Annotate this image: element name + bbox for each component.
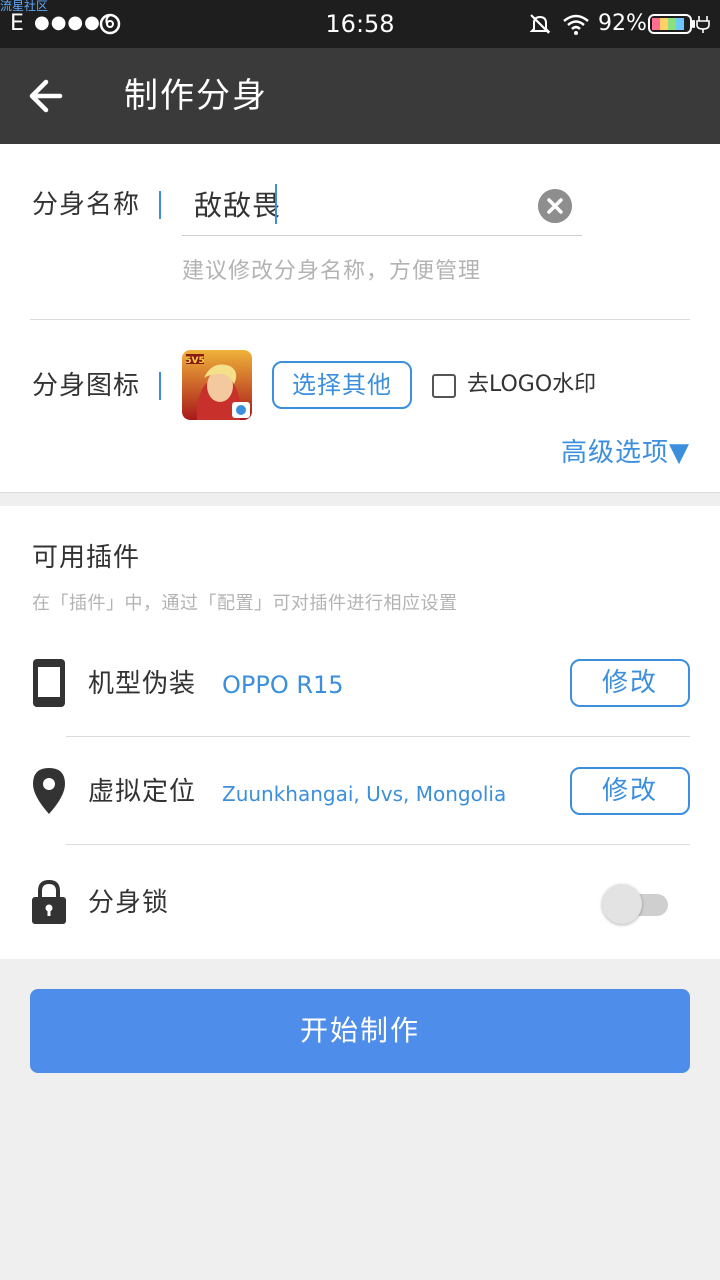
- divider: [66, 736, 690, 737]
- remove-logo-checkbox[interactable]: [432, 374, 456, 398]
- phone-icon: [33, 659, 65, 707]
- page-title: 制作分身: [124, 76, 268, 116]
- battery-icon: [648, 14, 695, 34]
- clone-name-label: 分身名称: [32, 190, 141, 220]
- plugins-title: 可用插件: [32, 543, 141, 573]
- battery-percent: 92%: [598, 11, 647, 36]
- label-divider: [159, 372, 161, 400]
- virtual-location-modify-button[interactable]: 修改: [570, 767, 690, 815]
- plugins-subtitle: 在「插件」中，通过「配置」可对插件进行相应设置: [32, 593, 458, 614]
- clear-input-icon[interactable]: [538, 189, 572, 223]
- wifi-icon: [563, 14, 589, 35]
- clone-name-hint: 建议修改分身名称，方便管理: [182, 259, 482, 284]
- virtual-location-value: Zuunkhangai, Uvs, Mongolia: [222, 782, 507, 806]
- clone-name-input[interactable]: 敌敌畏: [182, 184, 582, 236]
- back-arrow-icon[interactable]: [22, 76, 70, 116]
- status-bar: 流星社区 E ●●●● 16:58 92%: [0, 0, 720, 48]
- device-spoof-modify-button[interactable]: 修改: [570, 659, 690, 707]
- virtual-location-label: 虚拟定位: [88, 777, 197, 807]
- app-icon-image[interactable]: 5V5: [182, 350, 252, 420]
- plugins-card: 可用插件 在「插件」中，通过「配置」可对插件进行相应设置 机型伪装 OPPO R…: [0, 506, 720, 959]
- divider: [66, 844, 690, 845]
- device-spoof-label: 机型伪装: [88, 669, 197, 699]
- clone-icon-label: 分身图标: [32, 371, 141, 401]
- charging-plug-icon: [696, 16, 710, 33]
- text-caret: [275, 184, 277, 224]
- clone-name-value[interactable]: 敌敌畏: [194, 188, 281, 224]
- svg-text:5V5: 5V5: [185, 356, 205, 366]
- advanced-options-link[interactable]: 高级选项▼: [561, 436, 690, 470]
- toggle-knob[interactable]: [602, 884, 642, 924]
- divider: [30, 319, 690, 320]
- clone-lock-label: 分身锁: [88, 888, 170, 918]
- clone-settings-card: 分身名称 敌敌畏 建议修改分身名称，方便管理 分身图标 5V5 选择其他 去LO…: [0, 144, 720, 493]
- label-divider: [159, 191, 161, 219]
- select-other-icon-button[interactable]: 选择其他: [272, 361, 412, 409]
- location-pin-icon: [33, 768, 65, 814]
- clone-lock-toggle[interactable]: [602, 884, 668, 924]
- device-spoof-value: OPPO R15: [222, 671, 344, 699]
- mute-bell-icon: [529, 14, 551, 34]
- app-toolbar: 制作分身: [0, 48, 720, 144]
- lock-icon: [32, 879, 66, 924]
- remove-logo-label[interactable]: 去LOGO水印: [467, 370, 596, 400]
- start-create-button[interactable]: 开始制作: [30, 989, 690, 1073]
